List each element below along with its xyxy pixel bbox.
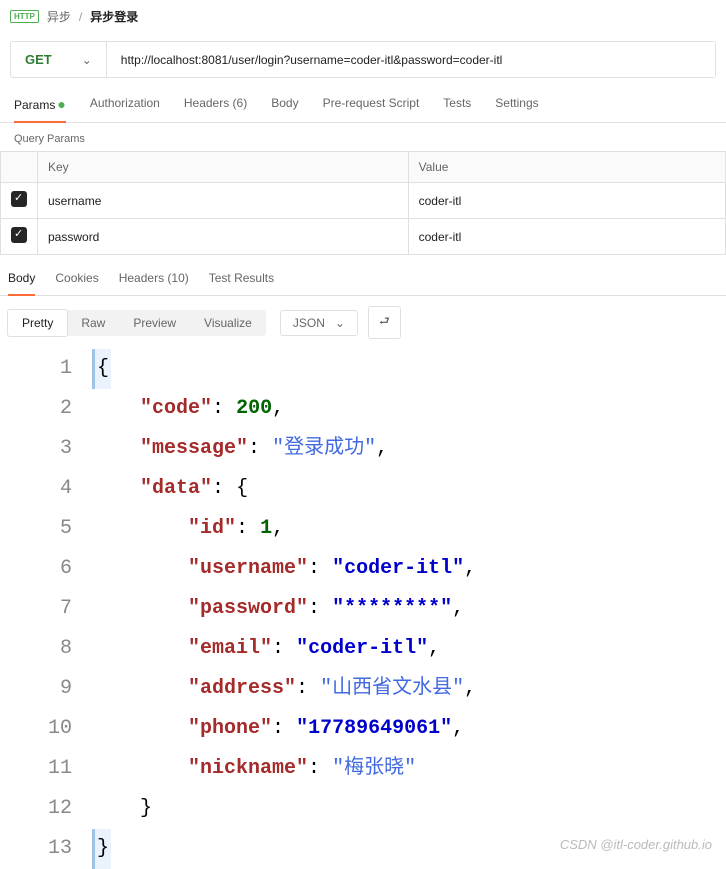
breadcrumb-parent[interactable]: 异步 bbox=[47, 8, 71, 25]
breadcrumb: HTTP 异步 / 异步登录 bbox=[0, 0, 726, 33]
seg-preview[interactable]: Preview bbox=[119, 310, 190, 336]
json-email-value: coder-itl bbox=[308, 637, 416, 660]
response-toolbar: Pretty Raw Preview Visualize JSON ⌄ ⮐ bbox=[0, 296, 726, 349]
method-select[interactable]: GET ⌄ bbox=[11, 42, 107, 77]
qp-value-cell[interactable]: coder-itl bbox=[408, 183, 725, 219]
code-lines[interactable]: { "code": 200, "message": "登录成功", "data"… bbox=[90, 349, 726, 869]
response-tabs: Body Cookies Headers (10) Test Results bbox=[0, 255, 726, 296]
watermark: CSDN @itl-coder.github.io bbox=[560, 837, 712, 852]
query-params-title: Query Params bbox=[0, 123, 726, 151]
tab-response-cookies[interactable]: Cookies bbox=[55, 265, 98, 295]
qp-checkbox-header bbox=[1, 152, 38, 183]
tab-params-label: Params bbox=[14, 98, 55, 112]
url-input[interactable] bbox=[107, 42, 715, 77]
tab-tests[interactable]: Tests bbox=[443, 86, 471, 122]
tab-headers[interactable]: Headers (6) bbox=[184, 86, 247, 122]
qp-key-header: Key bbox=[38, 152, 409, 183]
json-message-value: 登录成功 bbox=[284, 437, 364, 460]
json-password-value: ******** bbox=[344, 597, 440, 620]
chevron-down-icon: ⌄ bbox=[335, 316, 345, 330]
qp-key-cell[interactable]: password bbox=[38, 219, 409, 255]
wrap-lines-button[interactable]: ⮐ bbox=[368, 306, 401, 339]
json-address-value: 山西省文水县 bbox=[332, 677, 452, 700]
qp-key-cell[interactable]: username bbox=[38, 183, 409, 219]
seg-visualize[interactable]: Visualize bbox=[190, 310, 266, 336]
checkbox-icon[interactable] bbox=[11, 191, 27, 207]
response-body-code: 12345678910111213 { "code": 200, "messag… bbox=[0, 349, 726, 869]
table-row: username coder-itl bbox=[1, 183, 726, 219]
method-label: GET bbox=[25, 52, 52, 67]
tab-response-tests[interactable]: Test Results bbox=[209, 265, 274, 295]
http-badge: HTTP bbox=[10, 10, 39, 23]
tab-prerequest[interactable]: Pre-request Script bbox=[323, 86, 420, 122]
tab-authorization[interactable]: Authorization bbox=[90, 86, 160, 122]
request-tabs: Params● Authorization Headers (6) Body P… bbox=[0, 86, 726, 123]
line-gutter: 12345678910111213 bbox=[0, 349, 90, 869]
tab-response-headers[interactable]: Headers (10) bbox=[119, 265, 189, 295]
params-dot-icon: ● bbox=[57, 96, 65, 112]
tab-body[interactable]: Body bbox=[271, 86, 298, 122]
breadcrumb-separator: / bbox=[79, 10, 82, 24]
format-label: JSON bbox=[293, 316, 325, 330]
tab-params[interactable]: Params● bbox=[14, 86, 66, 122]
query-params-table: Key Value username coder-itl password co… bbox=[0, 151, 726, 255]
tab-settings[interactable]: Settings bbox=[495, 86, 538, 122]
seg-raw[interactable]: Raw bbox=[67, 310, 119, 336]
json-phone-value: 17789649061 bbox=[308, 717, 440, 740]
chevron-down-icon: ⌄ bbox=[82, 53, 92, 67]
table-row: password coder-itl bbox=[1, 219, 726, 255]
json-nickname-value: 梅张晓 bbox=[344, 757, 404, 780]
view-segment: Pretty Raw Preview Visualize bbox=[8, 310, 266, 336]
seg-pretty[interactable]: Pretty bbox=[7, 309, 68, 337]
wrap-icon: ⮐ bbox=[379, 314, 390, 328]
breadcrumb-current: 异步登录 bbox=[90, 8, 138, 25]
json-id-value: 1 bbox=[260, 517, 272, 540]
qp-value-header: Value bbox=[408, 152, 725, 183]
json-username-value: coder-itl bbox=[344, 557, 452, 580]
request-row: GET ⌄ bbox=[10, 41, 716, 78]
tab-response-body[interactable]: Body bbox=[8, 265, 35, 295]
format-select[interactable]: JSON ⌄ bbox=[280, 310, 358, 336]
json-code-value: 200 bbox=[236, 397, 272, 420]
checkbox-icon[interactable] bbox=[11, 227, 27, 243]
qp-value-cell[interactable]: coder-itl bbox=[408, 219, 725, 255]
